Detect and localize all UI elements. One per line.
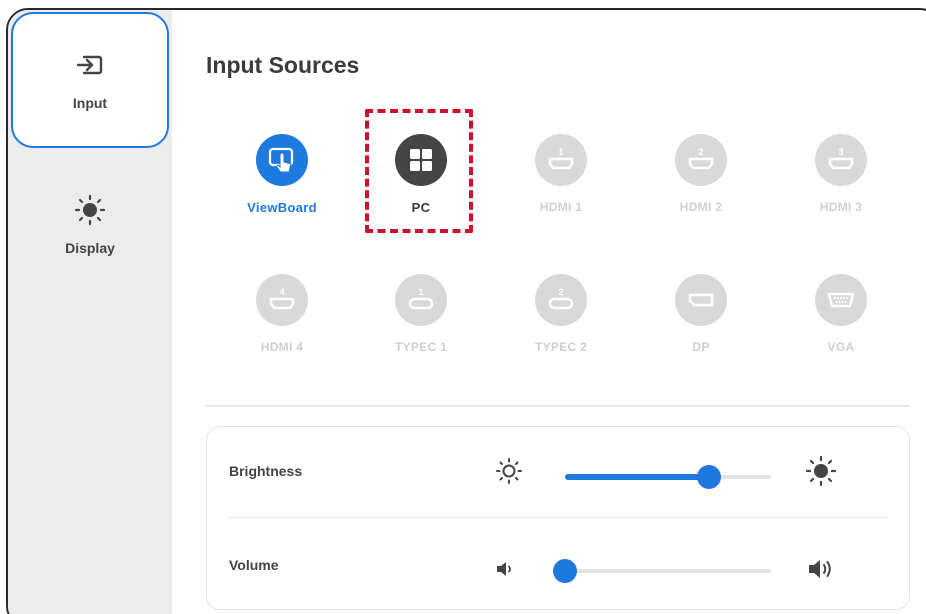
source-label: TYPEC 2	[534, 340, 588, 354]
brightness-slider[interactable]	[565, 465, 771, 489]
hdmi-icon: 4	[269, 287, 295, 310]
hdmi-icon: 3	[828, 147, 854, 170]
volume-slider[interactable]	[553, 559, 771, 583]
source-label: TYPEC 1	[394, 340, 448, 354]
row-separator	[229, 517, 887, 518]
sidebar: Input Display	[8, 10, 172, 614]
input-icon	[76, 55, 103, 75]
svg-text:4: 4	[279, 287, 284, 297]
svg-text:2: 2	[558, 287, 563, 297]
source-label: DP	[692, 340, 710, 354]
source-typec-1[interactable]: 1 TYPEC 1	[365, 274, 477, 354]
source-viewboard[interactable]: ViewBoard	[226, 134, 338, 215]
main-panel: Input Sources ViewBoard PC 1 HDMI 1 2 HD…	[172, 10, 926, 614]
usb-c-icon: 2	[548, 287, 574, 310]
page-title: Input Sources	[206, 52, 360, 78]
source-hdmi-1[interactable]: 1 HDMI 1	[505, 134, 617, 214]
brightness-slider-fill	[565, 474, 709, 480]
source-dp[interactable]: DP	[645, 274, 757, 354]
sidebar-item-display-label: Display	[65, 240, 115, 256]
sidebar-item-input-label: Input	[72, 95, 108, 111]
pc-highlight-box	[365, 109, 473, 233]
source-label: HDMI 3	[819, 200, 863, 214]
sidebar-item-input[interactable]: Input	[11, 12, 169, 148]
settings-window: Input Display Input Sources ViewBoard PC…	[6, 8, 926, 614]
sidebar-item-display[interactable]: Display	[8, 170, 172, 280]
source-label: HDMI 1	[539, 200, 583, 214]
volume-high-icon	[809, 560, 831, 578]
source-vga[interactable]: VGA	[785, 274, 897, 354]
hdmi-icon: 1	[548, 147, 574, 170]
source-label: HDMI 2	[679, 200, 723, 214]
svg-text:1: 1	[558, 147, 563, 157]
brightness-label: Brightness	[229, 463, 303, 479]
source-label: ViewBoard	[247, 200, 317, 215]
hdmi-icon: 2	[688, 147, 714, 170]
section-divider	[206, 405, 910, 407]
brightness-low-icon	[496, 458, 522, 484]
usb-c-icon: 1	[408, 287, 434, 310]
vga-icon	[827, 292, 855, 308]
source-typec-2[interactable]: 2 TYPEC 2	[505, 274, 617, 354]
source-hdmi-4[interactable]: 4 HDMI 4	[226, 274, 338, 354]
source-hdmi-2[interactable]: 2 HDMI 2	[645, 134, 757, 214]
brightness-high-icon	[805, 455, 837, 487]
viewboard-icon	[268, 147, 294, 173]
source-label: VGA	[827, 340, 855, 354]
volume-slider-knob[interactable]	[553, 559, 577, 583]
brightness-slider-knob[interactable]	[697, 465, 721, 489]
volume-label: Volume	[229, 557, 279, 573]
svg-text:1: 1	[418, 287, 423, 297]
volume-low-icon	[497, 562, 511, 576]
svg-text:3: 3	[838, 147, 843, 157]
svg-text:2: 2	[698, 147, 703, 157]
controls-panel: Brightness Volume	[206, 426, 910, 610]
brightness-icon	[74, 194, 106, 226]
displayport-icon	[688, 293, 714, 307]
source-label: HDMI 4	[260, 340, 304, 354]
source-hdmi-3[interactable]: 3 HDMI 3	[785, 134, 897, 214]
